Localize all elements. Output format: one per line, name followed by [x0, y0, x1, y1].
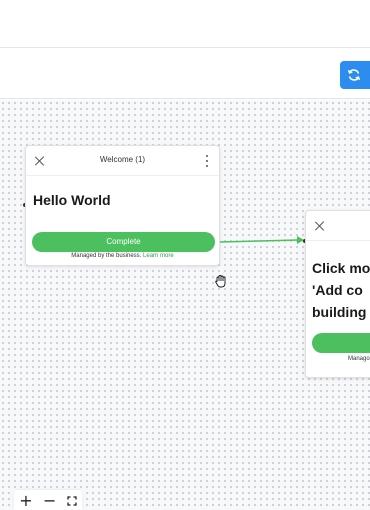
card-header	[306, 211, 370, 241]
managed-note: Managed by the business. Learn more	[26, 253, 219, 259]
toolbar	[0, 49, 370, 99]
managed-text: Managed by the business.	[71, 253, 142, 259]
card-message: Click mo 'Add co building	[312, 257, 370, 323]
sync-button[interactable]	[340, 61, 370, 89]
card-message-line: building	[312, 304, 367, 320]
card-message-line: Click mo	[312, 260, 370, 276]
complete-button[interactable]	[312, 333, 370, 353]
complete-button[interactable]: Complete	[32, 232, 215, 252]
close-icon[interactable]	[35, 156, 45, 166]
welcome-card[interactable]: Welcome (1) Hello World Complete Managed…	[25, 145, 220, 266]
kebab-menu-icon[interactable]	[204, 155, 210, 167]
card-title: Welcome (1)	[99, 155, 146, 164]
managed-text: Manago	[348, 356, 370, 362]
card-header: Welcome (1)	[26, 146, 219, 176]
flow-canvas[interactable]: Welcome (1) Hello World Complete Managed…	[0, 100, 370, 510]
close-icon[interactable]	[315, 221, 325, 231]
zoom-controls: + −	[14, 490, 82, 510]
sync-icon	[347, 69, 361, 81]
fullscreen-icon[interactable]	[67, 496, 77, 506]
next-step-card[interactable]: Click mo 'Add co building Manago	[305, 210, 370, 378]
top-bar	[0, 0, 370, 48]
card-message-line: 'Add co	[312, 282, 363, 298]
card-message: Hello World	[33, 192, 111, 208]
zoom-out-button[interactable]: −	[43, 493, 56, 509]
learn-more-link[interactable]: Learn more	[143, 253, 174, 259]
zoom-in-button[interactable]: +	[19, 493, 32, 509]
hand-cursor-icon	[215, 275, 226, 288]
